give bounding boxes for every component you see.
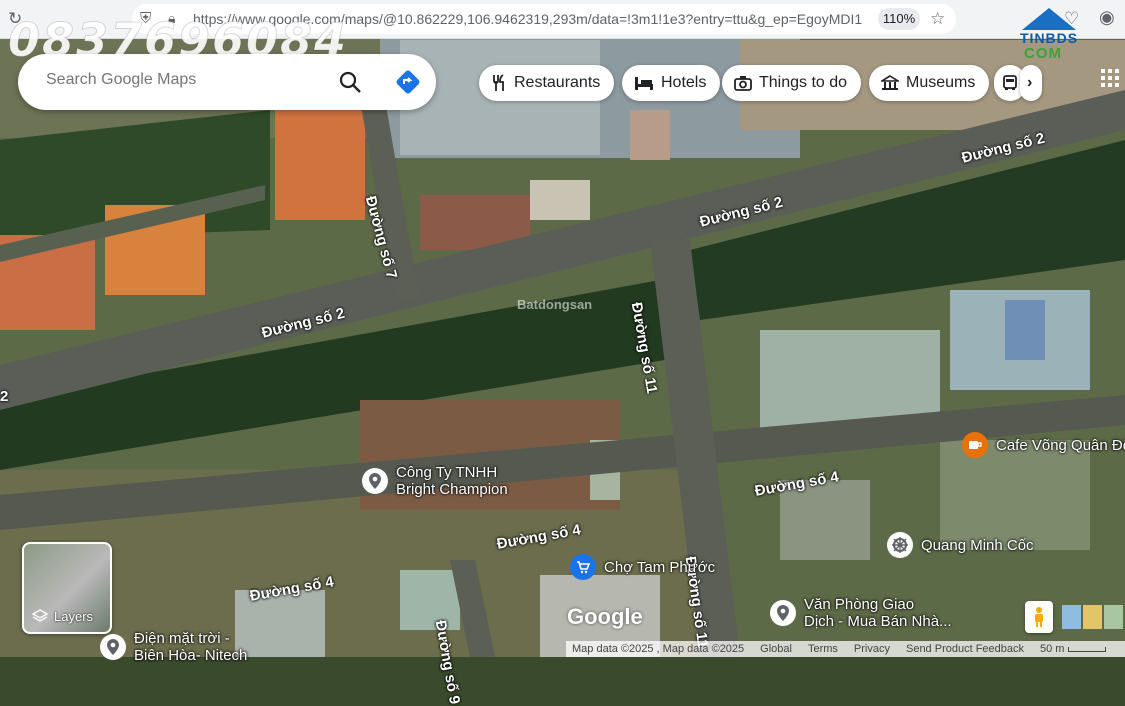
search-icon[interactable]	[336, 68, 364, 96]
place-van-phong-giao-dich[interactable]: Văn Phòng Giao Dịch - Mua Bán Nhà...	[770, 596, 952, 630]
thumbnail-traffic[interactable]	[1083, 605, 1102, 629]
chips-next-button[interactable]: ›	[1020, 65, 1042, 101]
map-type-thumbnails[interactable]	[1062, 605, 1125, 629]
place-cafe-vong[interactable]: Cafe Võng Quân Độ	[962, 432, 1125, 458]
layers-button[interactable]: Layers	[22, 542, 112, 634]
map-data-credit: Map data ©2025 , Map data ©2025	[572, 643, 745, 655]
place-dien-mat-troi[interactable]: Điện mặt trời - Biên Hòa- Nitech	[100, 630, 247, 664]
pegman-icon	[1035, 607, 1043, 627]
terms-link[interactable]: Terms	[808, 643, 838, 655]
place-name: Cafe Võng Quân Độ	[996, 436, 1125, 454]
dharma-wheel-icon	[887, 532, 913, 558]
bed-icon	[634, 75, 654, 91]
feedback-link[interactable]: Send Product Feedback	[906, 643, 1024, 655]
tinbds-logo: TINBDS COM	[1016, 4, 1082, 62]
road-label: 2	[0, 388, 9, 405]
thumbnail-transit[interactable]	[1104, 605, 1123, 629]
place-name: Công Ty TNHH Bright Champion	[396, 464, 508, 498]
fork-knife-icon	[491, 74, 507, 92]
place-cho-tam-phuoc[interactable]: Chợ Tam Phước	[570, 554, 715, 580]
cafe-icon	[962, 432, 988, 458]
thumbnail-terrain[interactable]	[1062, 605, 1081, 629]
layers-icon	[32, 609, 48, 622]
global-link[interactable]: Global	[760, 643, 792, 655]
place-bright-champion[interactable]: Công Ty TNHH Bright Champion	[362, 464, 508, 498]
chip-museums[interactable]: Museums	[869, 65, 990, 101]
logo-text-bottom: COM	[1024, 45, 1062, 62]
search-box	[18, 54, 436, 110]
place-name: Chợ Tam Phước	[604, 558, 716, 576]
place-name: Văn Phòng Giao Dịch - Mua Bán Nhà...	[804, 596, 952, 630]
chip-restaurants[interactable]: Restaurants	[479, 65, 615, 101]
bus-icon	[1002, 75, 1018, 91]
camera-icon	[734, 75, 752, 91]
chip-label: Hotels	[661, 74, 707, 91]
star-icon[interactable]: ☆	[930, 10, 945, 27]
shopping-cart-icon	[570, 554, 596, 580]
location-pin-icon	[100, 634, 126, 660]
scale-bar	[1068, 646, 1107, 652]
layers-label: Layers	[54, 608, 94, 624]
chip-label: Museums	[906, 74, 976, 91]
batdongsan-watermark: Batdongsan	[517, 297, 593, 312]
logo-text-top: TINBDS	[1020, 30, 1079, 46]
chip-label: Restaurants	[514, 74, 601, 91]
chip-things-to-do[interactable]: Things to do	[722, 65, 862, 101]
location-pin-icon	[770, 600, 796, 626]
scale-label[interactable]: 50 m	[1040, 643, 1064, 655]
google-logo: Google	[567, 604, 643, 629]
chevron-right-icon: ›	[1027, 74, 1033, 91]
apps-grid-icon[interactable]	[1100, 68, 1120, 88]
account-icon[interactable]: ◉	[1099, 8, 1115, 26]
zoom-level[interactable]: 110%	[878, 8, 920, 30]
location-pin-icon	[362, 468, 388, 494]
museum-icon	[881, 75, 899, 91]
map-footer: Map data ©2025 , Map data ©2025 Global T…	[566, 641, 1125, 657]
pegman-button[interactable]	[1025, 601, 1053, 633]
chip-label: Things to do	[759, 74, 848, 91]
layers-label-row: Layers	[32, 608, 93, 624]
privacy-link[interactable]: Privacy	[854, 643, 890, 655]
directions-icon[interactable]	[394, 68, 422, 96]
place-quang-minh-coc[interactable]: Quang Minh Cốc	[887, 532, 1034, 558]
search-input[interactable]	[44, 70, 328, 90]
place-name: Quang Minh Cốc	[921, 536, 1034, 554]
place-name: Điện mặt trời - Biên Hòa- Nitech	[134, 630, 248, 664]
chip-hotels[interactable]: Hotels	[622, 65, 721, 101]
